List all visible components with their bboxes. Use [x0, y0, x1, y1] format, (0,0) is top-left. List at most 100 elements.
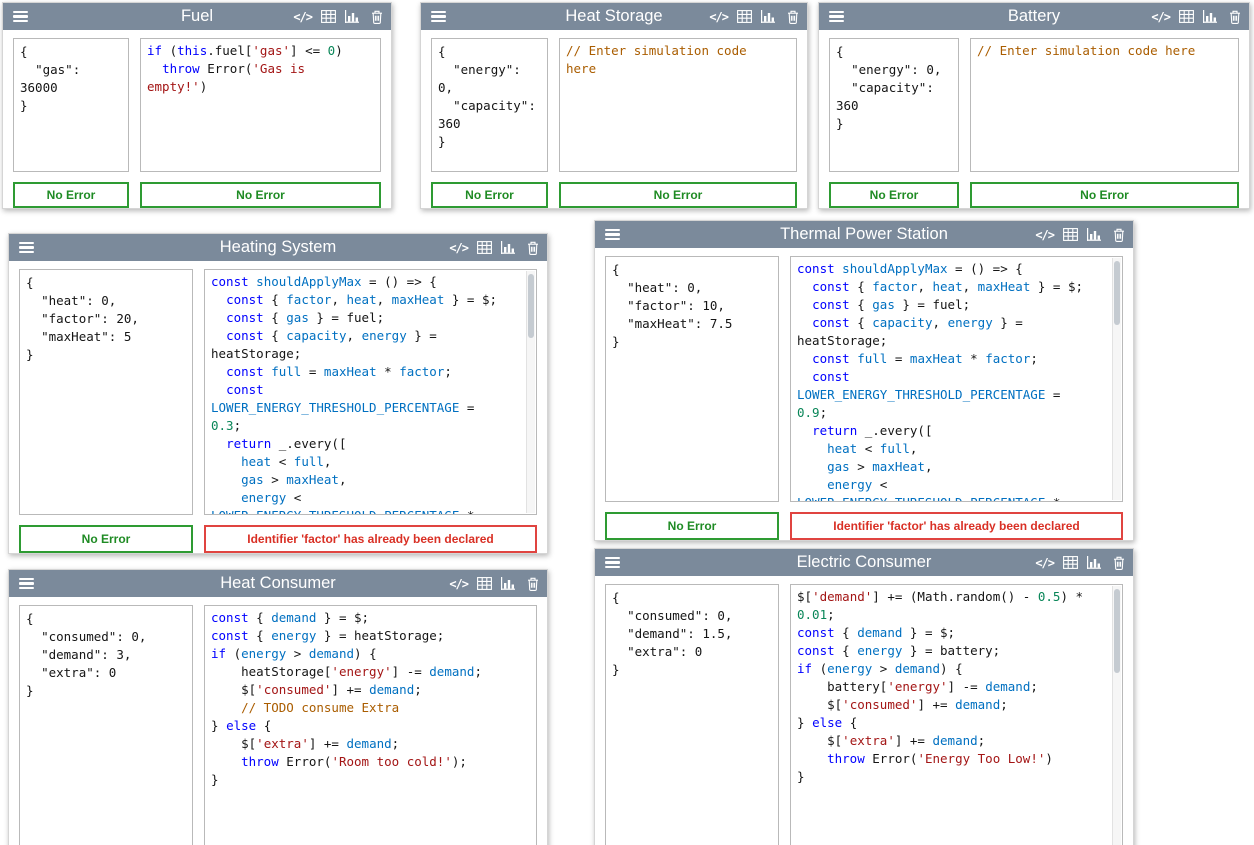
scrollbar-thumb[interactable] [1114, 589, 1120, 673]
panel-body: { "energy": 0, "capacity": 360 } // Ente… [421, 30, 807, 172]
code-editor[interactable]: if (this.fuel['gas'] <= 0) throw Error('… [140, 38, 381, 172]
scrollbar[interactable] [526, 271, 535, 513]
menu-icon[interactable] [605, 557, 620, 569]
state-editor[interactable]: { "energy": 0, "capacity": 360 } [431, 38, 548, 172]
panel-body: { "energy": 0, "capacity": 360 } // Ente… [819, 30, 1249, 172]
state-editor[interactable]: { "energy": 0, "capacity": 360 } [829, 38, 959, 172]
scrollbar-thumb[interactable] [1114, 261, 1120, 325]
table-view-icon[interactable] [477, 577, 492, 590]
code-status: No Error [970, 182, 1239, 208]
panel-heating-system: Heating System </> { "heat": 0, "factor"… [8, 233, 548, 554]
header-icons: </> [449, 234, 539, 261]
menu-icon[interactable] [605, 229, 620, 241]
menu-icon[interactable] [19, 242, 34, 254]
code-view-icon[interactable]: </> [449, 241, 468, 255]
table-view-icon[interactable] [1063, 556, 1078, 569]
header-icons: </> [709, 3, 799, 30]
menu-icon[interactable] [829, 11, 844, 23]
delete-icon[interactable] [787, 10, 799, 24]
table-view-icon[interactable] [1179, 10, 1194, 23]
state-status: No Error [829, 182, 959, 208]
panel-header: Heating System </> [9, 234, 547, 261]
delete-icon[interactable] [1113, 228, 1125, 242]
code-editor[interactable]: const { demand } = $; const { energy } =… [204, 605, 537, 845]
code-view-icon[interactable]: </> [449, 577, 468, 591]
delete-icon[interactable] [527, 577, 539, 591]
header-icons: </> [293, 3, 383, 30]
code-status: No Error [559, 182, 797, 208]
delete-icon[interactable] [1113, 556, 1125, 570]
state-status: No Error [19, 525, 193, 553]
delete-icon[interactable] [371, 10, 383, 24]
panel-heat-consumer: Heat Consumer </> { "consumed": 0, "dema… [8, 569, 548, 845]
code-status: Identifier 'factor' has already been dec… [790, 512, 1123, 540]
code-editor[interactable]: // Enter simulation code here [559, 38, 797, 172]
state-editor[interactable]: { "gas": 36000 } [13, 38, 129, 172]
status-row: No Error No Error [3, 182, 391, 208]
code-editor[interactable]: const shouldApplyMax = () => { const { f… [204, 269, 537, 515]
table-view-icon[interactable] [737, 10, 752, 23]
panel-body: { "heat": 0, "factor": 20, "maxHeat": 5 … [9, 261, 547, 515]
menu-icon[interactable] [13, 11, 28, 23]
chart-view-icon[interactable] [1203, 10, 1217, 23]
chart-view-icon[interactable] [1087, 228, 1101, 241]
code-view-icon[interactable]: </> [709, 10, 728, 24]
code-text: // Enter simulation code here [560, 39, 796, 81]
panel-fuel: Fuel </> { "gas": 36000 } if (this.fuel[… [2, 2, 392, 209]
code-view-icon[interactable]: </> [293, 10, 312, 24]
table-view-icon[interactable] [1063, 228, 1078, 241]
code-editor[interactable]: // Enter simulation code here [970, 38, 1239, 172]
panel-body: { "consumed": 0, "demand": 1.5, "extra":… [595, 576, 1133, 845]
status-row: No Error No Error [421, 182, 807, 208]
state-status: No Error [13, 182, 129, 208]
header-icons: </> [1035, 549, 1125, 576]
code-text: const shouldApplyMax = () => { const { f… [791, 257, 1122, 502]
code-status: No Error [140, 182, 381, 208]
state-status: No Error [431, 182, 548, 208]
state-editor[interactable]: { "consumed": 0, "demand": 3, "extra": 0… [19, 605, 193, 845]
code-editor[interactable]: const shouldApplyMax = () => { const { f… [790, 256, 1123, 502]
state-editor[interactable]: { "consumed": 0, "demand": 1.5, "extra":… [605, 584, 779, 845]
state-status: No Error [605, 512, 779, 540]
chart-view-icon[interactable] [1087, 556, 1101, 569]
panel-header: Heat Consumer </> [9, 570, 547, 597]
code-text: $['demand'] += (Math.random() - 0.5) * 0… [791, 585, 1122, 789]
scrollbar[interactable] [1112, 586, 1121, 845]
menu-icon[interactable] [431, 11, 446, 23]
code-view-icon[interactable]: </> [1151, 10, 1170, 24]
scrollbar-thumb[interactable] [528, 274, 534, 338]
chart-view-icon[interactable] [345, 10, 359, 23]
code-text: const shouldApplyMax = () => { const { f… [205, 270, 536, 515]
chart-view-icon[interactable] [501, 577, 515, 590]
panel-header: Heat Storage </> [421, 3, 807, 30]
status-row: No Error Identifier 'factor' has already… [9, 525, 547, 553]
header-icons: </> [449, 570, 539, 597]
panel-heat-storage: Heat Storage </> { "energy": 0, "capacit… [420, 2, 808, 209]
code-text: if (this.fuel['gas'] <= 0) throw Error('… [141, 39, 380, 99]
header-icons: </> [1151, 3, 1241, 30]
simulation-board: Fuel </> { "gas": 36000 } if (this.fuel[… [0, 0, 1254, 845]
panel-electric-consumer: Electric Consumer </> { "consumed": 0, "… [594, 548, 1134, 845]
delete-icon[interactable] [527, 241, 539, 255]
status-row: No Error No Error [819, 182, 1249, 208]
code-editor[interactable]: $['demand'] += (Math.random() - 0.5) * 0… [790, 584, 1123, 845]
panel-thermal-power-station: Thermal Power Station </> { "heat": 0, "… [594, 220, 1134, 541]
code-text: // Enter simulation code here [971, 39, 1238, 63]
panel-header: Fuel </> [3, 3, 391, 30]
state-editor[interactable]: { "heat": 0, "factor": 10, "maxHeat": 7.… [605, 256, 779, 502]
chart-view-icon[interactable] [501, 241, 515, 254]
chart-view-icon[interactable] [761, 10, 775, 23]
table-view-icon[interactable] [321, 10, 336, 23]
menu-icon[interactable] [19, 578, 34, 590]
panel-body: { "heat": 0, "factor": 10, "maxHeat": 7.… [595, 248, 1133, 502]
header-icons: </> [1035, 221, 1125, 248]
table-view-icon[interactable] [477, 241, 492, 254]
state-editor[interactable]: { "heat": 0, "factor": 20, "maxHeat": 5 … [19, 269, 193, 515]
delete-icon[interactable] [1229, 10, 1241, 24]
code-view-icon[interactable]: </> [1035, 556, 1054, 570]
scrollbar[interactable] [1112, 258, 1121, 500]
panel-body: { "gas": 36000 } if (this.fuel['gas'] <=… [3, 30, 391, 172]
panel-header: Electric Consumer </> [595, 549, 1133, 576]
code-status: Identifier 'factor' has already been dec… [204, 525, 537, 553]
code-view-icon[interactable]: </> [1035, 228, 1054, 242]
